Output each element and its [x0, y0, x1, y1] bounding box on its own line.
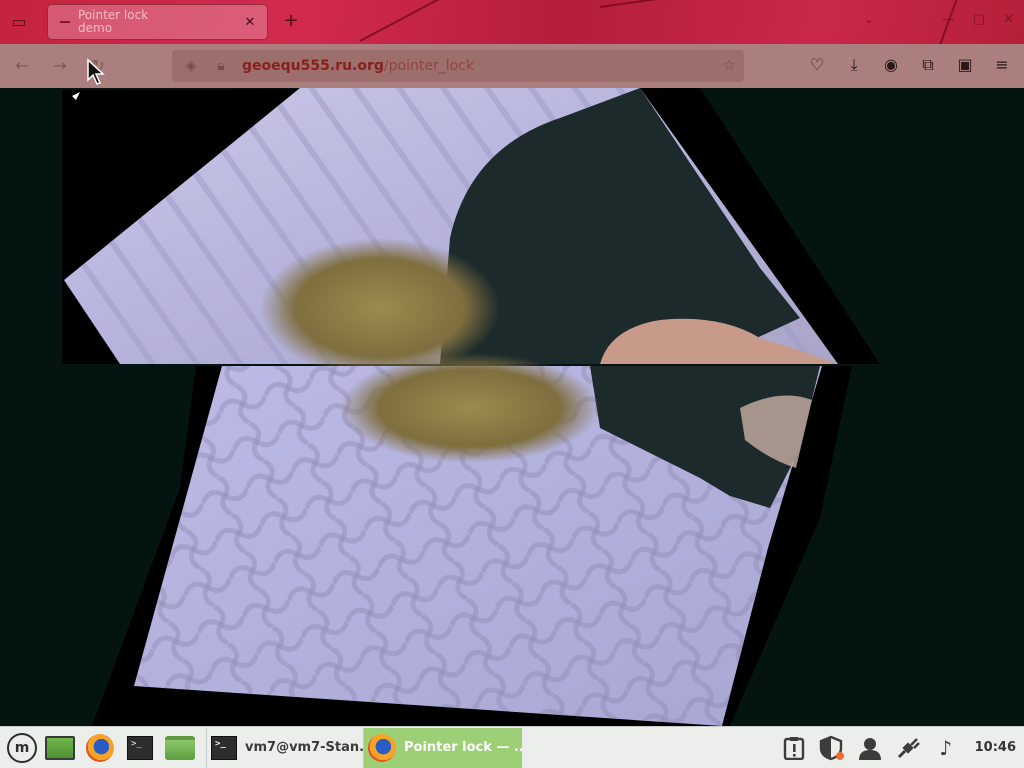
tab-list-icon[interactable]: ▭ [8, 11, 30, 33]
maximize-icon[interactable]: ▢ [973, 12, 985, 27]
extensions-icon[interactable]: ⧉ [918, 55, 938, 75]
files-launcher[interactable] [163, 731, 197, 765]
user-icon[interactable] [857, 735, 883, 761]
list-all-tabs-icon[interactable]: ⌄ [864, 12, 874, 26]
new-tab-icon[interactable]: + [280, 10, 302, 32]
tab-favicon-icon [60, 21, 70, 23]
firefox-launcher[interactable] [83, 731, 117, 765]
menu-hamburger-icon[interactable]: ≡ [992, 55, 1012, 75]
folder-icon [165, 735, 195, 760]
url-bar[interactable]: ◈ 🔒︎ geoequ555.ru.org/pointer_lock ☆ [172, 50, 744, 82]
screenshot-icon[interactable]: ▣ [955, 55, 975, 75]
network-cable-icon[interactable] [895, 735, 921, 761]
clock[interactable]: 10:46 [975, 740, 1016, 755]
shield-update-icon[interactable] [819, 735, 845, 761]
tab-close-icon[interactable]: ✕ [239, 15, 261, 30]
sound-note-icon[interactable]: ♪ [933, 735, 959, 761]
url-text: geoequ555.ru.org/pointer_lock [242, 58, 474, 74]
video-frames [62, 88, 880, 726]
forward-arrow-icon[interactable]: → [50, 56, 70, 76]
clipboard-alert-icon[interactable] [781, 735, 807, 761]
task-terminal-label: vm7@vm7-Stan... [245, 740, 364, 755]
minimize-icon[interactable]: — [942, 12, 955, 27]
back-arrow-icon[interactable]: ← [12, 56, 32, 76]
tab-pointer-lock[interactable]: Pointer lock demo ✕ [47, 4, 268, 40]
window-controls: — ▢ ✕ [942, 12, 1014, 27]
terminal-launcher[interactable]: >_ [123, 731, 157, 765]
tab-bar: ▭ Pointer lock demo ✕ + ⌄ — ▢ ✕ [0, 0, 1024, 44]
tab-title-line2: demo [78, 21, 113, 35]
lock-icon[interactable]: 🔒︎ [210, 58, 232, 74]
toolbar-buttons: ♡ ⤓ ◉ ⧉ ▣ ≡ [807, 55, 1012, 75]
downloads-icon[interactable]: ⤓ [844, 55, 864, 75]
pocket-icon[interactable]: ♡ [807, 55, 827, 75]
navigation-toolbar: ← → ↻ ◈ 🔒︎ geoequ555.ru.org/pointer_lock… [0, 44, 1024, 88]
task-terminal[interactable]: >_ vm7@vm7-Stan... [206, 727, 364, 768]
url-path: /pointer_lock [383, 58, 474, 74]
pointer-lock-canvas[interactable] [0, 88, 1024, 726]
firefox-icon [86, 733, 114, 762]
terminal-icon: >_ [211, 735, 237, 760]
mint-menu-button[interactable]: m [3, 731, 37, 765]
task-firefox[interactable]: Pointer lock — ... [364, 727, 522, 768]
system-tray: ♪ 10:46 [781, 735, 1024, 761]
linux-mint-icon: m [7, 732, 37, 763]
firefox-icon [368, 733, 396, 762]
show-desktop-icon [45, 735, 75, 760]
url-host: geoequ555.ru.org [242, 58, 384, 74]
tab-title: Pointer lock demo [78, 9, 239, 35]
task-firefox-label: Pointer lock — ... [404, 740, 522, 755]
bookmark-star-icon[interactable]: ☆ [723, 56, 736, 74]
mouse-pointer-icon [87, 58, 105, 85]
tracking-shield-icon[interactable]: ◈ [180, 58, 202, 74]
terminal-icon: >_ [127, 735, 153, 760]
taskbar: m >_ >_ vm7@vm7-Stan... Pointer lock — .… [0, 726, 1024, 768]
close-window-icon[interactable]: ✕ [1003, 12, 1014, 27]
account-icon[interactable]: ◉ [881, 55, 901, 75]
show-desktop-button[interactable] [43, 731, 77, 765]
